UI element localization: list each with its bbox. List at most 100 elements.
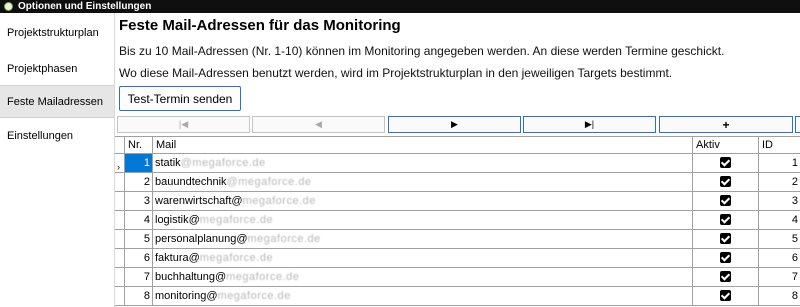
prior-record-icon: ◀ — [315, 119, 322, 129]
table-row[interactable]: 2 bauundtechnik@megaforce.de 2 — [115, 173, 800, 192]
row-selector[interactable] — [115, 287, 125, 305]
cell-id[interactable]: 1 — [759, 154, 800, 172]
mail-text: monitoring@ — [155, 290, 218, 302]
mail-text-obscured: megaforce.de — [199, 252, 274, 264]
table-row[interactable]: 8 monitoring@megaforce.de 8 — [115, 287, 800, 306]
sidebar-item-label: Einstellungen — [7, 129, 74, 142]
navigator-insert-button[interactable]: + — [659, 116, 793, 133]
checked-checkbox-icon[interactable] — [720, 156, 731, 168]
cell-aktiv[interactable] — [693, 287, 759, 305]
checked-checkbox-icon[interactable] — [720, 289, 731, 301]
mail-text-obscured: megaforce.de — [217, 290, 291, 302]
window-title: Optionen und Einstellungen — [18, 1, 152, 12]
sidebar: Projektstrukturplan Projektphasen Feste … — [0, 13, 115, 307]
cell-aktiv[interactable] — [693, 211, 759, 229]
main-panel: Feste Mail-Adressen für das Monitoring B… — [115, 13, 800, 307]
grid-header: Nr. Mail Aktiv ID — [115, 137, 800, 154]
sidebar-item-einstellungen[interactable]: Einstellungen — [0, 119, 114, 152]
row-selector[interactable] — [115, 230, 125, 248]
page-title: Feste Mail-Adressen für das Monitoring — [119, 17, 401, 34]
sidebar-item-projektphasen[interactable]: Projektphasen — [0, 52, 114, 85]
cell-mail[interactable]: bauundtechnik@megaforce.de — [153, 173, 693, 191]
cell-id[interactable]: 3 — [759, 192, 800, 210]
first-record-icon: |◀ — [178, 119, 189, 129]
sidebar-item-label: Feste Mailadressen — [7, 95, 103, 108]
navigator-last-button[interactable]: ▶| — [523, 116, 656, 133]
cell-nr[interactable]: 1 — [125, 154, 153, 172]
cell-id[interactable]: 8 — [759, 287, 800, 305]
sidebar-item-label: Projektstrukturplan — [7, 26, 99, 39]
cell-aktiv[interactable] — [693, 173, 759, 191]
title-bar: Optionen und Einstellungen — [0, 0, 800, 13]
cell-nr[interactable]: 3 — [125, 192, 153, 210]
column-header-aktiv[interactable]: Aktiv — [693, 137, 759, 154]
row-selector[interactable] — [115, 173, 125, 191]
cell-nr[interactable]: 8 — [125, 287, 153, 305]
mail-text-obscured: megaforce.de — [247, 233, 321, 245]
table-row[interactable]: 3 warenwirtschaft@megaforce.de 3 — [115, 192, 800, 211]
row-selector[interactable]: › — [115, 154, 125, 172]
cell-mail[interactable]: warenwirtschaft@megaforce.de — [153, 192, 693, 210]
sidebar-item-label: Projektphasen — [7, 62, 78, 75]
next-record-icon: ▶ — [451, 119, 458, 129]
cell-id[interactable]: 4 — [759, 211, 800, 229]
table-row[interactable]: 7 buchhaltung@megaforce.de 7 — [115, 268, 800, 287]
mail-text-obscured: @megaforce.de — [226, 176, 312, 188]
table-row[interactable]: 4 logistik@megaforce.de 4 — [115, 211, 800, 230]
navigator-more-button[interactable] — [795, 116, 800, 133]
checked-checkbox-icon[interactable] — [720, 270, 731, 282]
description-text: Wo diese Mail-Adressen benutzt werden, w… — [119, 66, 673, 80]
sidebar-item-feste-mailadressen[interactable]: Feste Mailadressen — [0, 85, 114, 118]
row-selector[interactable] — [115, 249, 125, 267]
plus-icon: + — [722, 117, 730, 132]
mail-text: logistik@ — [155, 214, 200, 226]
send-test-appointment-button[interactable]: Test-Termin senden — [119, 86, 241, 111]
cell-mail[interactable]: faktura@megaforce.de — [153, 249, 693, 267]
row-selector[interactable] — [115, 211, 125, 229]
mail-address-grid[interactable]: Nr. Mail Aktiv ID › 1 statik@megaforce.de 1… — [115, 136, 800, 307]
cell-mail[interactable]: buchhaltung@megaforce.de — [153, 268, 693, 286]
checked-checkbox-icon[interactable] — [720, 251, 731, 263]
cell-id[interactable]: 7 — [759, 268, 800, 286]
column-header-id[interactable]: ID — [759, 137, 800, 154]
cell-nr[interactable]: 4 — [125, 211, 153, 229]
checked-checkbox-icon[interactable] — [720, 232, 731, 244]
app-icon — [4, 2, 13, 11]
cell-nr[interactable]: 2 — [125, 173, 153, 191]
cell-mail[interactable]: monitoring@megaforce.de — [153, 287, 693, 305]
row-indicator-header — [115, 137, 125, 154]
mail-text: warenwirtschaft@ — [155, 195, 243, 207]
checked-checkbox-icon[interactable] — [720, 213, 731, 225]
cell-aktiv[interactable] — [693, 154, 759, 172]
table-row[interactable]: 6 faktura@megaforce.de 6 — [115, 249, 800, 268]
table-row[interactable]: 5 personalplanung@megaforce.de 5 — [115, 230, 800, 249]
table-row[interactable]: › 1 statik@megaforce.de 1 — [115, 154, 800, 173]
cell-mail[interactable]: logistik@megaforce.de — [153, 211, 693, 229]
cell-aktiv[interactable] — [693, 192, 759, 210]
cell-aktiv[interactable] — [693, 268, 759, 286]
cell-id[interactable]: 5 — [759, 230, 800, 248]
cell-id[interactable]: 6 — [759, 249, 800, 267]
cell-aktiv[interactable] — [693, 249, 759, 267]
column-header-mail[interactable]: Mail — [153, 137, 693, 154]
navigator-next-button[interactable]: ▶ — [388, 116, 521, 133]
cell-id[interactable]: 2 — [759, 173, 800, 191]
cell-mail[interactable]: personalplanung@megaforce.de — [153, 230, 693, 248]
cell-nr[interactable]: 5 — [125, 230, 153, 248]
mail-text-obscured: megaforce.de — [226, 271, 300, 283]
cell-nr[interactable]: 6 — [125, 249, 153, 267]
sidebar-item-projektstrukturplan[interactable]: Projektstrukturplan — [0, 16, 114, 49]
cell-nr[interactable]: 7 — [125, 268, 153, 286]
row-selector[interactable] — [115, 268, 125, 286]
cell-mail[interactable]: statik@megaforce.de — [153, 154, 693, 172]
navigator-prior-button[interactable]: ◀ — [252, 116, 385, 133]
mail-text: buchhaltung@ — [155, 271, 227, 283]
checked-checkbox-icon[interactable] — [720, 194, 731, 206]
checked-checkbox-icon[interactable] — [720, 175, 731, 187]
column-header-nr[interactable]: Nr. — [125, 137, 153, 154]
description-text: Bis zu 10 Mail-Adressen (Nr. 1-10) könne… — [119, 44, 725, 58]
mail-text-obscured: megaforce.de — [199, 214, 274, 226]
row-selector[interactable] — [115, 192, 125, 210]
cell-aktiv[interactable] — [693, 230, 759, 248]
navigator-first-button[interactable]: |◀ — [117, 116, 250, 133]
